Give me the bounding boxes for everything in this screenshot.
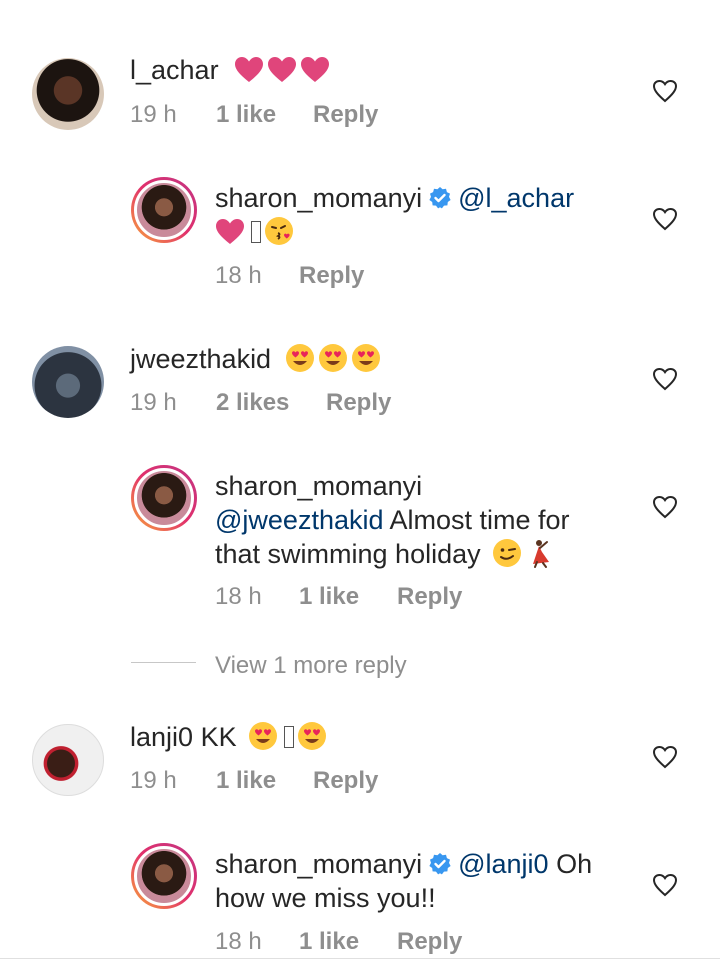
comment-time: 19 h [130,767,177,794]
comment-username[interactable]: jweezthakid [130,343,384,375]
mention-link[interactable]: @lanji0 [458,849,548,879]
username-link[interactable]: lanji0 [130,722,193,752]
likes-count[interactable]: 1 like [299,928,359,956]
reply-text: that swimming holiday [215,537,558,571]
like-heart-icon[interactable] [652,367,678,391]
likes-count[interactable]: 1 like [216,767,276,795]
reply-username[interactable]: sharon_momanyi @l_achar [215,183,574,214]
reply-text-line: Oh [556,849,593,879]
avatar-sharon-momanyi[interactable] [131,465,197,531]
like-heart-icon[interactable] [652,873,678,897]
reply-time: 18 h [215,262,262,289]
reply-button[interactable]: Reply [313,767,378,795]
kiss-emoji-icon [264,216,294,246]
view-more-replies-button[interactable]: View 1 more reply [215,652,407,680]
reply-time: 18 h [215,583,262,610]
heart-eyes-emoji-icon [248,721,278,751]
mention-link[interactable]: @l_achar [458,183,574,213]
like-heart-icon[interactable] [652,495,678,519]
dancer-emoji-icon [525,538,555,568]
reply-username[interactable]: sharon_momanyi @lanji0 Oh [215,849,592,880]
avatar-sharon-momanyi[interactable] [131,843,197,909]
reply-text-line: Almost time for [389,505,570,535]
reply-text: @jweezthakid Almost time for [215,503,570,537]
pink-heart-icon [267,56,297,83]
comment-username[interactable]: lanji0 KK [130,721,330,753]
view-more-divider [131,662,196,663]
verified-badge-icon [428,186,452,210]
avatar-lanji0[interactable] [32,724,104,796]
avatar-jweezthakid[interactable] [32,346,104,418]
reply-time: 18 h [215,928,262,955]
missing-glyph-icon [284,726,295,748]
pink-heart-icon [215,218,245,245]
heart-eyes-emoji-icon [351,343,381,373]
reply-text [215,215,297,249]
comment-username[interactable]: l_achar [130,55,333,86]
reply-button[interactable]: Reply [326,389,391,417]
bottom-divider [0,958,720,959]
reply-button[interactable]: Reply [313,101,378,129]
likes-count[interactable]: 2 likes [216,389,289,417]
avatar-l-achar[interactable] [32,58,104,130]
comment-time: 19 h [130,389,177,416]
reply-button[interactable]: Reply [397,928,462,956]
like-heart-icon[interactable] [652,207,678,231]
heart-eyes-emoji-icon [297,721,327,751]
mention-link[interactable]: @jweezthakid [215,505,384,535]
reply-text: how we miss you!! [215,883,436,913]
heart-eyes-emoji-icon [285,343,315,373]
comment-text: KK [200,722,237,752]
avatar-sharon-momanyi[interactable] [131,177,197,243]
reply-button[interactable]: Reply [397,583,462,611]
reply-text-line: that swimming holiday [215,539,481,569]
username-link[interactable]: sharon_momanyi [215,849,422,879]
comment-time: 19 h [130,101,177,128]
likes-count[interactable]: 1 like [299,583,359,611]
wink-emoji-icon [492,538,522,568]
heart-eyes-emoji-icon [318,343,348,373]
like-heart-icon[interactable] [652,79,678,103]
username-link[interactable]: sharon_momanyi [215,183,422,213]
likes-count[interactable]: 1 like [216,101,276,129]
pink-heart-icon [300,56,330,83]
like-heart-icon[interactable] [652,745,678,769]
username-link[interactable]: l_achar [130,55,219,85]
verified-badge-icon [428,852,452,876]
reply-username[interactable]: sharon_momanyi [215,471,422,502]
missing-glyph-icon [251,221,261,243]
reply-button[interactable]: Reply [299,262,364,290]
username-link[interactable]: jweezthakid [130,344,271,374]
pink-heart-icon [234,56,264,83]
